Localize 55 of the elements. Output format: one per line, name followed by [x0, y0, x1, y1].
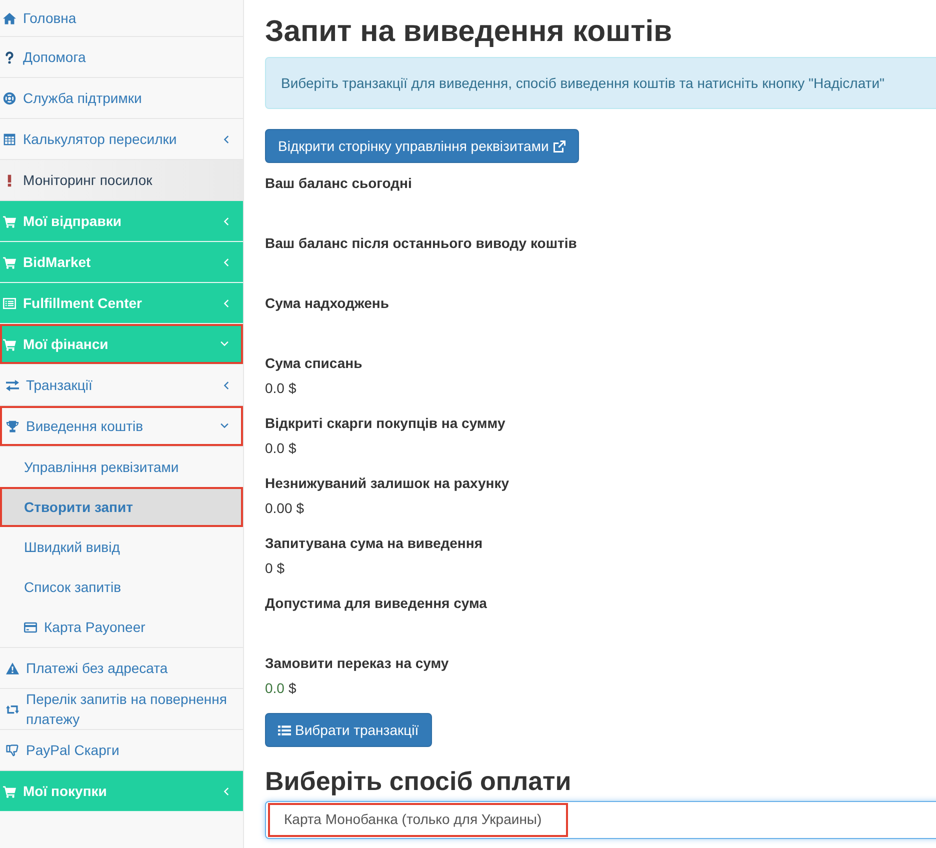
- sidebar-item[interactable]: Управління реквізитами: [0, 447, 243, 487]
- cart-icon: [3, 784, 16, 798]
- field-label: Сума списань: [265, 354, 364, 373]
- list-icon: [278, 724, 291, 736]
- currency-sign: $: [288, 439, 296, 458]
- field-label: Незнижуваний залишок на рахунку: [265, 474, 510, 493]
- sidebar-item[interactable]: Список запитів: [0, 567, 243, 607]
- info-message: Виберіть транзакції для виведення, спосіб виведення коштів та натисніть кнопку "Надіслати": [265, 57, 936, 109]
- sidebar-item[interactable]: Виведення коштів: [0, 406, 243, 447]
- amount-value: 0.0: [265, 679, 284, 698]
- help-icon: [3, 50, 16, 64]
- cart-icon: [3, 256, 16, 268]
- cart-icon: [3, 338, 16, 350]
- external-link-icon: [552, 140, 566, 152]
- sidebar-item[interactable]: Моніторинг посилок: [0, 160, 243, 201]
- sidebar-item[interactable]: Перелік запитів на повернення платежу: [0, 689, 243, 730]
- select-transactions-button[interactable]: Вибрати транзакції: [265, 713, 432, 747]
- field-label: Ваш баланс сьогодні: [265, 174, 413, 193]
- sidebar-item[interactable]: Платежі без адресата: [0, 648, 243, 689]
- amount-value: 0.0: [265, 439, 284, 458]
- list-icon: [3, 296, 16, 310]
- field-label: Ваш баланс після останнього виводу коштів: [265, 234, 578, 253]
- sidebar-item[interactable]: Головна: [0, 0, 243, 37]
- cart-icon: [3, 214, 16, 228]
- lifebuoy-icon: [3, 92, 16, 104]
- field-label: Відкриті скарги покупців на сумму: [265, 414, 506, 433]
- currency-sign: $: [276, 559, 285, 578]
- amount-value: 0: [265, 559, 273, 578]
- sidebar-item[interactable]: Карта Payoneer: [0, 607, 243, 647]
- sidebar-item[interactable]: Служба підтримки: [0, 78, 243, 119]
- currency-sign: $: [288, 379, 296, 398]
- sidebar-item[interactable]: Швидкий вивід: [0, 527, 243, 567]
- calculator-icon: [3, 132, 16, 146]
- trophy-icon: [6, 420, 19, 432]
- field-label: Замовити переказ на суму: [265, 654, 450, 673]
- field-label: Сума надходжень: [265, 294, 390, 313]
- home-icon: [3, 12, 16, 24]
- section-heading: Виберіть спосіб оплати: [265, 767, 572, 796]
- sidebar-item[interactable]: Створити запит: [0, 487, 243, 527]
- open-requisites-button[interactable]: Відкрити сторінку управління реквізитами: [265, 129, 579, 163]
- payment-method-select[interactable]: Карта Монобанка (только для Украины): [265, 800, 936, 839]
- sidebar-item[interactable]: Допомога: [0, 37, 243, 78]
- page-title: Запит на виведення коштів: [265, 15, 674, 48]
- credit-card-icon: [24, 620, 37, 634]
- warning-icon: [6, 662, 19, 674]
- currency-sign: $: [296, 499, 304, 518]
- exchange-icon: [6, 378, 19, 392]
- amount-value: 0.0: [265, 379, 284, 398]
- retweet-icon: [6, 702, 19, 716]
- field-label: Допустима для виведення сума: [265, 594, 488, 613]
- currency-sign: $: [288, 679, 296, 698]
- thumbs-down-icon: [6, 744, 19, 756]
- sidebar-item[interactable]: Транзакції: [0, 365, 243, 406]
- field-label: Запитувана сума на виведення: [265, 534, 484, 553]
- amount-value: 0.00: [265, 499, 292, 518]
